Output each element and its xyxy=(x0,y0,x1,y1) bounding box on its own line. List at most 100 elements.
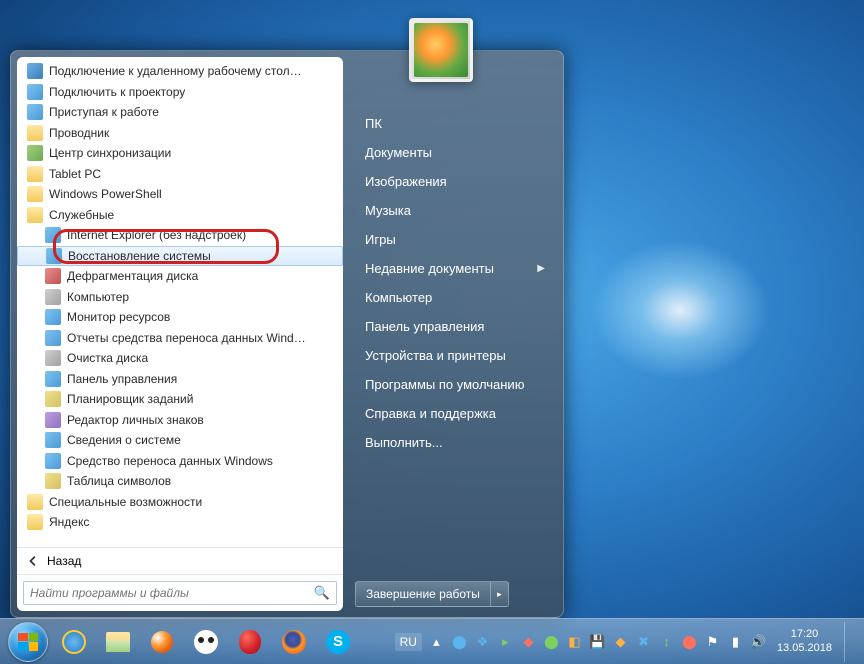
right-pane-item-11[interactable]: Выполнить... xyxy=(361,428,549,457)
taskbar-skype[interactable]: S xyxy=(318,624,358,660)
show-desktop-button[interactable] xyxy=(844,622,856,662)
user-avatar[interactable] xyxy=(409,18,473,82)
shutdown-options-button[interactable]: ▸ xyxy=(491,581,509,607)
program-item-17[interactable]: Редактор личных знаков xyxy=(17,410,343,431)
program-item-16[interactable]: Планировщик заданий xyxy=(17,389,343,410)
panda-icon xyxy=(194,630,218,654)
right-item-label: Игры xyxy=(365,232,396,247)
right-pane-item-4[interactable]: Игры xyxy=(361,225,549,254)
right-pane-item-10[interactable]: Справка и поддержка xyxy=(361,399,549,428)
shutdown-label: Завершение работы xyxy=(366,587,480,601)
right-pane-item-7[interactable]: Панель управления xyxy=(361,312,549,341)
desktop-background-glow xyxy=(590,240,770,380)
taskbar: S RU ▴ ⬤ ❖ ▸ ◆ ⬤ ◧ 💾 ◆ ✖ ↕ ⬤ ⚑ ▮ 🔊 17:20… xyxy=(0,618,864,664)
program-item-18[interactable]: Сведения о системе xyxy=(17,430,343,451)
submenu-arrow-icon: ▶ xyxy=(537,263,545,274)
tray-clock[interactable]: 17:20 13.05.2018 xyxy=(777,628,832,656)
program-item-3[interactable]: Проводник xyxy=(17,123,343,144)
right-item-label: Панель управления xyxy=(365,319,484,334)
program-label: Tablet PC xyxy=(49,167,101,181)
program-icon xyxy=(45,350,61,366)
program-item-5[interactable]: Tablet PC xyxy=(17,164,343,185)
program-item-1[interactable]: Подключить к проектору xyxy=(17,82,343,103)
start-menu: Подключение к удаленному рабочему стол… П… xyxy=(10,50,564,618)
tray-icon-8[interactable]: ◆ xyxy=(612,633,629,650)
program-label: Подключение к удаленному рабочему стол… xyxy=(49,64,302,78)
program-icon xyxy=(27,166,43,182)
tray-action-center-icon[interactable]: ⚑ xyxy=(704,633,721,650)
right-pane-item-9[interactable]: Программы по умолчанию xyxy=(361,370,549,399)
taskbar-panda[interactable] xyxy=(186,624,226,660)
tray-icon-1[interactable]: ⬤ xyxy=(451,633,468,650)
right-item-label: Выполнить... xyxy=(365,435,443,450)
taskbar-ie[interactable] xyxy=(54,624,94,660)
taskbar-explorer[interactable] xyxy=(98,624,138,660)
program-label: Internet Explorer (без надстроек) xyxy=(67,228,246,242)
program-label: Планировщик заданий xyxy=(67,392,193,406)
program-label: Центр синхронизации xyxy=(49,146,171,160)
program-label: Таблица символов xyxy=(67,474,171,488)
program-item-9[interactable]: Восстановление системы xyxy=(17,246,343,267)
right-pane-item-5[interactable]: Недавние документы▶ xyxy=(361,254,549,283)
program-label: Восстановление системы xyxy=(68,249,211,263)
program-label: Отчеты средства переноса данных Wind… xyxy=(67,331,306,345)
tray-icon-5[interactable]: ⬤ xyxy=(543,633,560,650)
tray-volume-icon[interactable]: 🔊 xyxy=(750,633,767,650)
program-item-0[interactable]: Подключение к удаленному рабочему стол… xyxy=(17,61,343,82)
program-item-8[interactable]: Internet Explorer (без надстроек) xyxy=(17,225,343,246)
program-item-6[interactable]: Windows PowerShell xyxy=(17,184,343,205)
program-item-21[interactable]: Специальные возможности xyxy=(17,492,343,513)
program-item-14[interactable]: Очистка диска xyxy=(17,348,343,369)
program-item-4[interactable]: Центр синхронизации xyxy=(17,143,343,164)
program-icon xyxy=(45,227,61,243)
program-item-10[interactable]: Дефрагментация диска xyxy=(17,266,343,287)
right-pane-item-0[interactable]: ПК xyxy=(361,109,549,138)
program-icon xyxy=(45,473,61,489)
shutdown-row: Завершение работы ▸ xyxy=(355,581,549,607)
program-item-11[interactable]: Компьютер xyxy=(17,287,343,308)
taskbar-opera[interactable] xyxy=(230,624,270,660)
program-icon xyxy=(45,432,61,448)
right-pane-item-3[interactable]: Музыка xyxy=(361,196,549,225)
start-button[interactable] xyxy=(8,622,48,662)
program-item-22[interactable]: Яндекс xyxy=(17,512,343,533)
program-item-13[interactable]: Отчеты средства переноса данных Wind… xyxy=(17,328,343,349)
tray-icon-10[interactable]: ↕ xyxy=(658,633,675,650)
tray-network-icon[interactable]: ▮ xyxy=(727,633,744,650)
windows-logo-icon xyxy=(18,633,38,651)
program-item-15[interactable]: Панель управления xyxy=(17,369,343,390)
back-button[interactable]: Назад xyxy=(17,547,343,574)
search-row: 🔍 xyxy=(17,574,343,611)
program-icon xyxy=(45,371,61,387)
taskbar-media-player[interactable] xyxy=(142,624,182,660)
program-item-12[interactable]: Монитор ресурсов xyxy=(17,307,343,328)
firefox-icon xyxy=(282,630,306,654)
search-box[interactable]: 🔍 xyxy=(23,581,337,605)
tray-icon-9[interactable]: ✖ xyxy=(635,633,652,650)
tray-icon-6[interactable]: ◧ xyxy=(566,633,583,650)
program-icon xyxy=(27,63,43,79)
back-arrow-icon xyxy=(27,554,41,568)
program-item-19[interactable]: Средство переноса данных Windows xyxy=(17,451,343,472)
language-indicator[interactable]: RU xyxy=(395,633,422,651)
program-label: Сведения о системе xyxy=(67,433,181,447)
search-input[interactable] xyxy=(30,586,314,600)
program-label: Подключить к проектору xyxy=(49,85,185,99)
tray-show-hidden-icons[interactable]: ▴ xyxy=(428,633,445,650)
shutdown-button[interactable]: Завершение работы xyxy=(355,581,491,607)
tray-icon-4[interactable]: ◆ xyxy=(520,633,537,650)
right-pane-item-2[interactable]: Изображения xyxy=(361,167,549,196)
tray-icon-3[interactable]: ▸ xyxy=(497,633,514,650)
right-pane-item-1[interactable]: Документы xyxy=(361,138,549,167)
tray-icon-11[interactable]: ⬤ xyxy=(681,633,698,650)
program-label: Проводник xyxy=(49,126,109,140)
program-item-2[interactable]: Приступая к работе xyxy=(17,102,343,123)
programs-list: Подключение к удаленному рабочему стол… П… xyxy=(17,57,343,547)
taskbar-firefox[interactable] xyxy=(274,624,314,660)
right-pane-item-8[interactable]: Устройства и принтеры xyxy=(361,341,549,370)
tray-icon-2[interactable]: ❖ xyxy=(474,633,491,650)
right-pane-item-6[interactable]: Компьютер xyxy=(361,283,549,312)
program-item-7[interactable]: Служебные xyxy=(17,205,343,226)
program-item-20[interactable]: Таблица символов xyxy=(17,471,343,492)
tray-icon-7[interactable]: 💾 xyxy=(589,633,606,650)
